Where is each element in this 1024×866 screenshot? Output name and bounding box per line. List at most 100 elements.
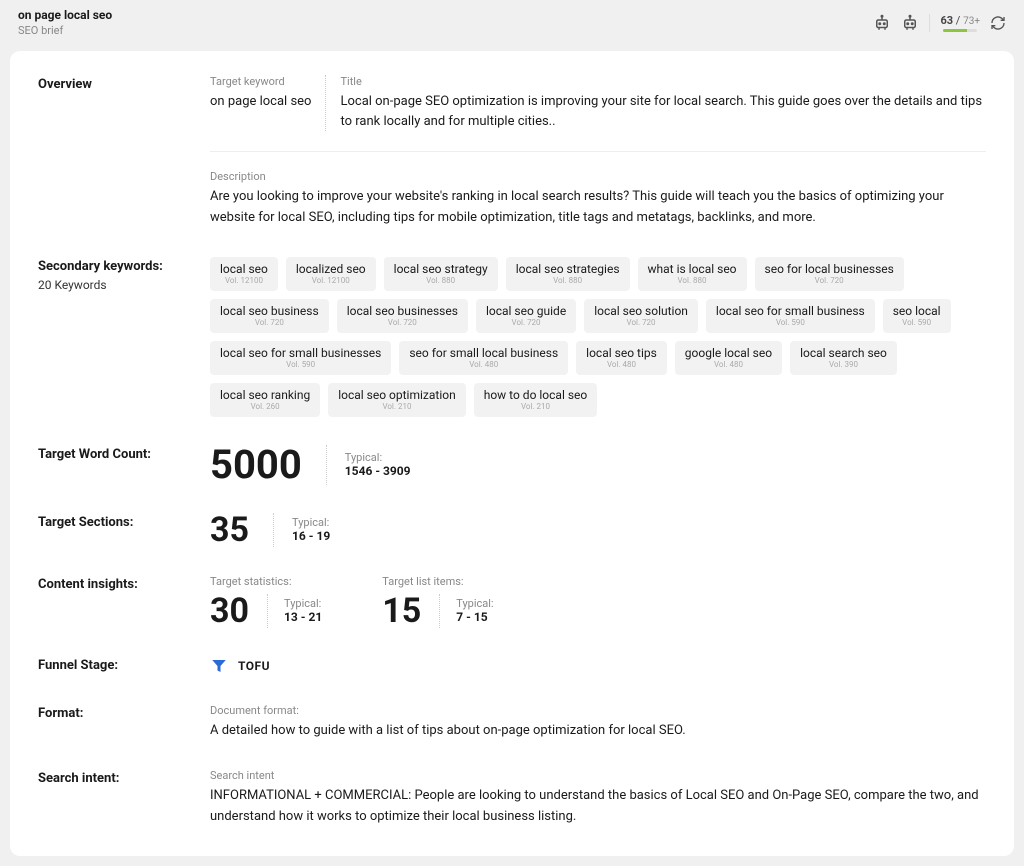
keyword-chip-volume: Vol. 480 [607,361,636,370]
target-word-count-heading: Target Word Count: [38,445,210,462]
keyword-chip-label: local seo business [220,305,319,318]
keyword-chip-volume: Vol. 590 [286,361,315,370]
keyword-chip[interactable]: local seo businessesVol. 720 [337,299,468,333]
search-intent-text: INFORMATIONAL + COMMERCIAL: People are l… [210,786,986,828]
keyword-chip[interactable]: google local seoVol. 480 [675,341,782,375]
keyword-chip[interactable]: how to do local seoVol. 210 [474,383,598,417]
keyword-chip[interactable]: local seo solutionVol. 720 [584,299,698,333]
keyword-chip-label: local seo ranking [220,389,310,402]
word-count-typical: Typical: 1546 - 3909 [345,451,411,478]
keyword-chip-volume: Vol. 720 [255,319,284,328]
title-label: Title [340,75,986,88]
keyword-chip[interactable]: local seo tipsVol. 480 [576,341,667,375]
format-text: A detailed how to guide with a list of t… [210,721,986,742]
page-card: Overview Target keyword on page local se… [10,51,1014,856]
word-count-metric: 5000 Typical: 1546 - 3909 [210,445,986,485]
keyword-chip[interactable]: seo for small local businessVol. 480 [399,341,568,375]
funnel-icon [210,656,228,676]
content-score: 63 / 73+ [929,14,980,32]
keyword-chip-label: local seo businesses [347,305,458,318]
keyword-chip[interactable]: local seo businessVol. 720 [210,299,329,333]
search-intent-content: Search intent INFORMATIONAL + COMMERCIAL… [210,769,986,828]
keyword-chip-label: local seo tips [586,347,657,360]
content-insights-metrics: Target statistics: 30 Typical: 13 - 21 T… [210,575,986,628]
keyword-chip-volume: Vol. 12100 [225,277,263,286]
topbar: on page local seo SEO brief 63 / 73+ [0,0,1024,45]
keyword-chip-label: seo for local businesses [765,263,894,276]
secondary-keywords-count: 20 Keywords [38,278,210,292]
page-title: on page local seo [18,8,112,22]
robot-icon[interactable] [873,14,891,32]
target-keyword-block: Target keyword on page local seo [210,75,326,131]
sections-typical-label: Typical: [292,516,330,529]
keyword-chip-label: seo local [893,305,941,318]
topbar-right: 63 / 73+ [873,14,1006,32]
sections-typical: Typical: 16 - 19 [292,516,330,543]
keyword-chip-volume: Vol. 210 [521,403,550,412]
keyword-chip[interactable]: localized seoVol. 12100 [286,257,376,291]
target-sections-content: 35 Typical: 16 - 19 [210,513,986,547]
keyword-chip-volume: Vol. 880 [426,277,455,286]
target-list-items-group: Target list items: 15 Typical: 7 - 15 [382,575,493,628]
keyword-chip[interactable]: local seo for small businessVol. 590 [706,299,875,333]
target-word-count-content: 5000 Typical: 1546 - 3909 [210,445,986,485]
format-sub-label: Document format: [210,704,986,717]
funnel-stage-value: TOFU [238,659,270,673]
keyword-chip[interactable]: what is local seoVol. 880 [638,257,747,291]
score-bar [943,29,977,32]
keyword-chip[interactable]: local seo for small businessesVol. 590 [210,341,391,375]
keyword-chip[interactable]: local seo guideVol. 720 [476,299,576,333]
keyword-chip-volume: Vol. 590 [902,319,931,328]
format-section: Format: Document format: A detailed how … [38,704,986,742]
keyword-chip-volume: Vol. 590 [776,319,805,328]
keyword-chip-label: localized seo [296,263,366,276]
refresh-icon[interactable] [990,15,1006,31]
keyword-chip-label: local seo solution [594,305,688,318]
sections-typical-range: 16 - 19 [292,529,330,543]
keyword-chip[interactable]: local seoVol. 12100 [210,257,278,291]
keyword-chip-volume: Vol. 720 [815,277,844,286]
keyword-chip-volume: Vol. 480 [714,361,743,370]
target-statistics-label: Target statistics: [210,575,322,588]
page-subtitle: SEO brief [18,24,112,37]
keyword-chip-volume: Vol. 720 [512,319,541,328]
keyword-chip[interactable]: local seo strategyVol. 880 [384,257,498,291]
format-content: Document format: A detailed how to guide… [210,704,986,742]
funnel-stage-section: Funnel Stage: TOFU [38,656,986,676]
sections-value: 35 [210,513,274,547]
target-sections-section: Target Sections: 35 Typical: 16 - 19 [38,513,986,547]
target-sections-heading: Target Sections: [38,513,210,530]
keyword-chip-label: local seo guide [486,305,566,318]
target-statistics-value: 30 [210,594,268,628]
funnel-stage-heading: Funnel Stage: [38,656,210,673]
keyword-chip-label: local seo optimization [338,389,456,402]
word-count-value: 5000 [210,445,327,485]
target-keyword-value: on page local seo [210,92,311,112]
keyword-chip[interactable]: local seo strategiesVol. 880 [506,257,630,291]
content-insights-section: Content insights: Target statistics: 30 … [38,575,986,628]
keyword-chip[interactable]: local search seoVol. 390 [790,341,897,375]
keyword-chip-volume: Vol. 210 [382,403,411,412]
target-word-count-section: Target Word Count: 5000 Typical: 1546 - … [38,445,986,485]
keyword-chip-label: local seo strategies [516,263,620,276]
content-insights-content: Target statistics: 30 Typical: 13 - 21 T… [210,575,986,628]
target-keyword-label: Target keyword [210,75,311,88]
target-list-items-label: Target list items: [382,575,493,588]
target-list-items-value: 15 [382,594,440,628]
robot-icon-b[interactable] [901,14,919,32]
keyword-chip-volume: Vol. 880 [678,277,707,286]
description-text: Are you looking to improve your website'… [210,187,986,229]
keyword-chip[interactable]: local seo optimizationVol. 210 [328,383,466,417]
keyword-chip-label: what is local seo [648,263,737,276]
description-block: Description Are you looking to improve y… [210,170,986,229]
sections-metric: 35 Typical: 16 - 19 [210,513,986,547]
keyword-chip[interactable]: seo localVol. 590 [883,299,951,333]
search-intent-heading: Search intent: [38,769,210,786]
search-intent-section: Search intent: Search intent INFORMATION… [38,769,986,828]
keyword-chip[interactable]: seo for local businessesVol. 720 [755,257,904,291]
word-count-typical-range: 1546 - 3909 [345,464,411,478]
overview-section: Overview Target keyword on page local se… [38,75,986,229]
keyword-chip-label: seo for small local business [409,347,558,360]
keyword-chip[interactable]: local seo rankingVol. 260 [210,383,320,417]
secondary-keywords-content: local seoVol. 12100localized seoVol. 121… [210,257,986,417]
